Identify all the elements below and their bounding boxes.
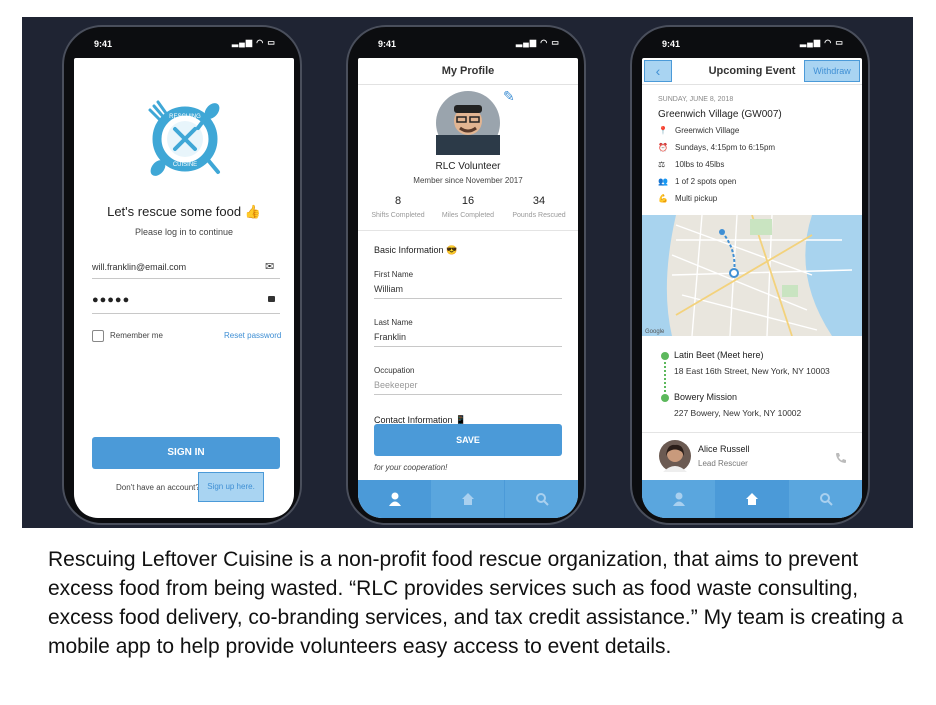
route-map[interactable]: Google (642, 215, 862, 336)
login-headline: Let's rescue some food 👍 (107, 204, 261, 219)
avatar (436, 91, 500, 155)
detail-weight: ⚖ 10lbs to 45lbs (658, 160, 725, 169)
status-bar: 9:41 ▂▄▆ ◠ ▭ (64, 27, 300, 58)
sign-in-button[interactable]: SIGN IN (92, 437, 280, 469)
event-date: SUNDAY, JUNE 8, 2018 (658, 96, 734, 103)
profile-name: RLC Volunteer (435, 161, 501, 172)
no-account-text: Don't have an account? (116, 483, 200, 492)
withdraw-button[interactable]: Withdraw (804, 60, 860, 82)
footer-note: for your cooperation! (374, 463, 448, 472)
stat-shifts-label: Shifts Completed (371, 212, 425, 219)
mail-icon: ✉ (265, 261, 275, 273)
stat-pounds-label: Pounds Rescued (512, 212, 566, 219)
detail-pickup: 💪 Multi pickup (658, 194, 718, 203)
detail-spots: 👥 1 of 2 spots open (658, 177, 737, 186)
login-subhead: Please log in to continue (134, 227, 234, 237)
person-icon (388, 492, 401, 506)
event-screen: Upcoming Event ‹ Withdraw SUNDAY, JUNE 8… (642, 58, 862, 518)
home-icon (461, 493, 474, 505)
occupation-label: Occupation (374, 366, 415, 375)
email-field[interactable]: will.franklin@email.com (92, 262, 186, 272)
muscle-icon: 💪 (658, 194, 668, 203)
contact-name: Alice Russell (698, 444, 750, 454)
search-icon (819, 493, 833, 506)
stat-pounds-value: 34 (532, 195, 546, 207)
search-icon (535, 493, 549, 506)
tab-profile[interactable] (642, 480, 715, 518)
caption-text: Rescuing Leftover Cuisine is a non-profi… (48, 548, 904, 658)
status-time: 9:41 (662, 39, 681, 49)
status-bar: 9:41 ▂▄▆ ◠ ▭ (632, 27, 868, 58)
status-time: 9:41 (378, 39, 397, 49)
password-field[interactable]: ●●●●● (92, 294, 130, 306)
tab-home[interactable] (715, 480, 788, 518)
tab-search[interactable] (505, 480, 578, 518)
detail-location: 📍 Greenwich Village (658, 126, 740, 135)
stop-2-name: Bowery Mission (674, 392, 738, 402)
status-time: 9:41 (94, 39, 113, 49)
svg-text:Google: Google (645, 329, 665, 335)
basic-info-heading: Basic Information 😎 (374, 245, 458, 255)
tab-search[interactable] (789, 480, 862, 518)
scale-icon: ⚖ (658, 160, 666, 169)
person-icon (672, 492, 685, 506)
stat-miles-label: Miles Completed (441, 212, 495, 219)
mockup-stage: 9:41 ▂▄▆ ◠ ▭ RESCUING CUISINE Let's resc… (22, 17, 913, 528)
tab-profile[interactable] (358, 480, 431, 518)
phone-icon[interactable] (835, 452, 847, 464)
map-start-pin (719, 229, 725, 235)
svg-text:CUISINE: CUISINE (173, 162, 197, 168)
page-title: My Profile (358, 58, 578, 85)
stat-miles-value: 16 (461, 195, 475, 207)
status-icons: ▂▄▆ ◠ ▭ (232, 38, 276, 47)
reset-password-link[interactable]: Reset password (224, 331, 281, 340)
event-name: Greenwich Village (GW007) (658, 109, 782, 120)
svg-text:RESCUING: RESCUING (169, 114, 201, 120)
route-connector (664, 362, 667, 392)
phone-event: 9:41 ▂▄▆ ◠ ▭ Upcoming Event ‹ Withdraw S… (630, 25, 870, 525)
home-icon (745, 493, 758, 505)
status-icons: ▂▄▆ ◠ ▭ (516, 38, 560, 47)
stop-1-name: Latin Beet (Meet here) (674, 350, 764, 360)
occupation-field[interactable]: Beekeeper (374, 380, 418, 390)
stop-dot-icon (661, 394, 669, 402)
tab-bar (358, 480, 578, 518)
phone-login: 9:41 ▂▄▆ ◠ ▭ RESCUING CUISINE Let's resc… (62, 25, 302, 525)
phone-profile: 9:41 ▂▄▆ ◠ ▭ My Profile ✎ RLC Volunteer … (346, 25, 586, 525)
clock-icon: ⏰ (658, 143, 668, 152)
first-name-label: First Name (374, 270, 414, 279)
stat-shifts-value: 8 (394, 195, 402, 207)
stop-1-address[interactable]: 18 East 16th Street, New York, NY 10003 (674, 366, 830, 376)
save-button[interactable]: SAVE (374, 424, 562, 456)
back-button[interactable]: ‹ (644, 60, 672, 82)
login-screen: RESCUING CUISINE Let's rescue some food … (74, 58, 294, 518)
status-icons: ▂▄▆ ◠ ▭ (800, 38, 844, 47)
event-details: 📍 Greenwich Village ⏰ Sundays, 4:15pm to 6… (658, 126, 775, 211)
status-bar: 9:41 ▂▄▆ ◠ ▭ (348, 27, 584, 58)
remember-label: Remember me (110, 331, 163, 340)
detail-time: ⏰ Sundays, 4:15pm to 6:15pm (658, 143, 776, 152)
last-name-field[interactable]: Franklin (374, 332, 406, 342)
profile-screen: My Profile ✎ RLC Volunteer Member since … (358, 58, 578, 518)
people-icon: 👥 (658, 177, 668, 186)
remember-checkbox[interactable] (92, 330, 104, 342)
pin-icon: 📍 (658, 126, 668, 135)
rlc-logo-icon: RESCUING CUISINE (148, 100, 220, 176)
member-since: Member since November 2017 (413, 176, 523, 185)
tab-bar (642, 480, 862, 518)
contact-role: Lead Rescuer (698, 459, 748, 468)
lock-icon (268, 296, 275, 302)
last-name-label: Last Name (374, 318, 413, 327)
first-name-field[interactable]: William (374, 284, 403, 294)
stop-2-address[interactable]: 227 Bowery, New York, NY 10002 (674, 408, 801, 418)
stop-dot-icon (661, 352, 669, 360)
map-end-pin (729, 268, 739, 278)
sign-up-link[interactable]: Sign up here. (198, 472, 264, 502)
tab-home[interactable] (431, 480, 504, 518)
avatar (659, 440, 691, 472)
edit-icon[interactable]: ✎ (503, 89, 517, 103)
